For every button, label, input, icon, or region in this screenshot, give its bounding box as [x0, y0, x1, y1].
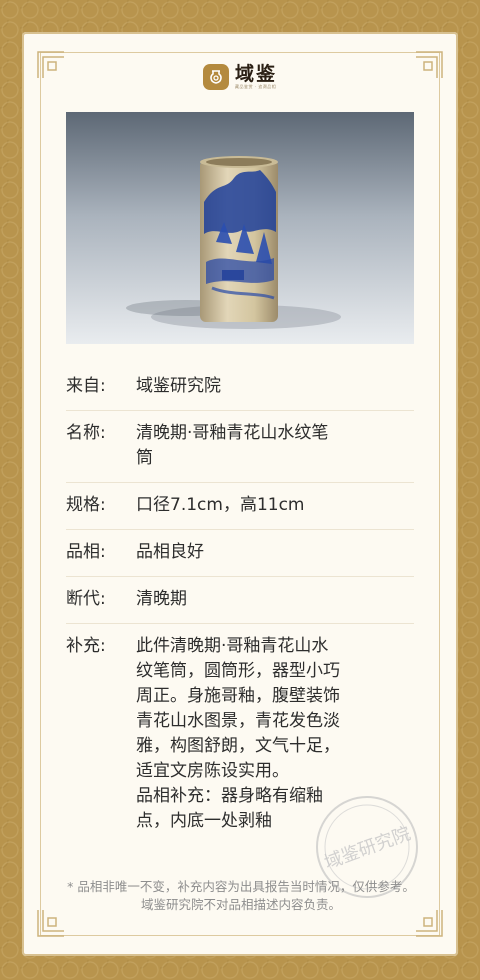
- info-label: 补充:: [66, 636, 106, 656]
- brand-name: 域鉴: [234, 63, 277, 85]
- seal-text: 域鉴研究院: [322, 823, 414, 874]
- corner-ornament-icon: [36, 908, 66, 938]
- info-label: 来自:: [66, 376, 106, 396]
- brand-subtitle: 藏品鉴赏 · 追溯品相: [234, 84, 277, 89]
- info-row-name: 名称: 清晚期·哥釉青花山水纹笔 筒: [66, 411, 414, 483]
- info-value: 清晚期·哥釉青花山水纹笔 筒: [136, 423, 329, 468]
- info-value: 清晚期: [136, 589, 187, 609]
- info-label: 规格:: [66, 495, 106, 515]
- info-label: 名称:: [66, 423, 106, 443]
- certificate-card: 域鉴 藏品鉴赏 · 追溯品相 来自: 域鉴研究院 名称: 清晚期·哥釉青花山水纹…: [22, 32, 458, 956]
- vase-logo-icon: [202, 64, 229, 90]
- info-row-source: 来自: 域鉴研究院: [66, 364, 414, 411]
- item-photo: [66, 112, 414, 344]
- info-label: 品相:: [66, 542, 106, 562]
- info-value: 品相良好: [136, 542, 204, 562]
- info-label: 断代:: [66, 589, 106, 609]
- corner-ornament-icon: [414, 908, 444, 938]
- disclaimer-note: * 品相非唯一不变，补充内容为出具报告当时情况，仅供参考。域鉴研究院不对品相描述…: [67, 879, 415, 912]
- info-table: 来自: 域鉴研究院 名称: 清晚期·哥釉青花山水纹笔 筒 规格: 口径7.1cm…: [66, 364, 414, 845]
- info-row-size: 规格: 口径7.1cm，高11cm: [66, 483, 414, 530]
- info-value: 口径7.1cm，高11cm: [136, 495, 305, 515]
- info-row-dating: 断代: 清晚期: [66, 577, 414, 624]
- brand-logo: 域鉴 藏品鉴赏 · 追溯品相: [22, 64, 458, 90]
- info-value: 域鉴研究院: [136, 376, 221, 396]
- info-row-condition: 品相: 品相良好: [66, 530, 414, 577]
